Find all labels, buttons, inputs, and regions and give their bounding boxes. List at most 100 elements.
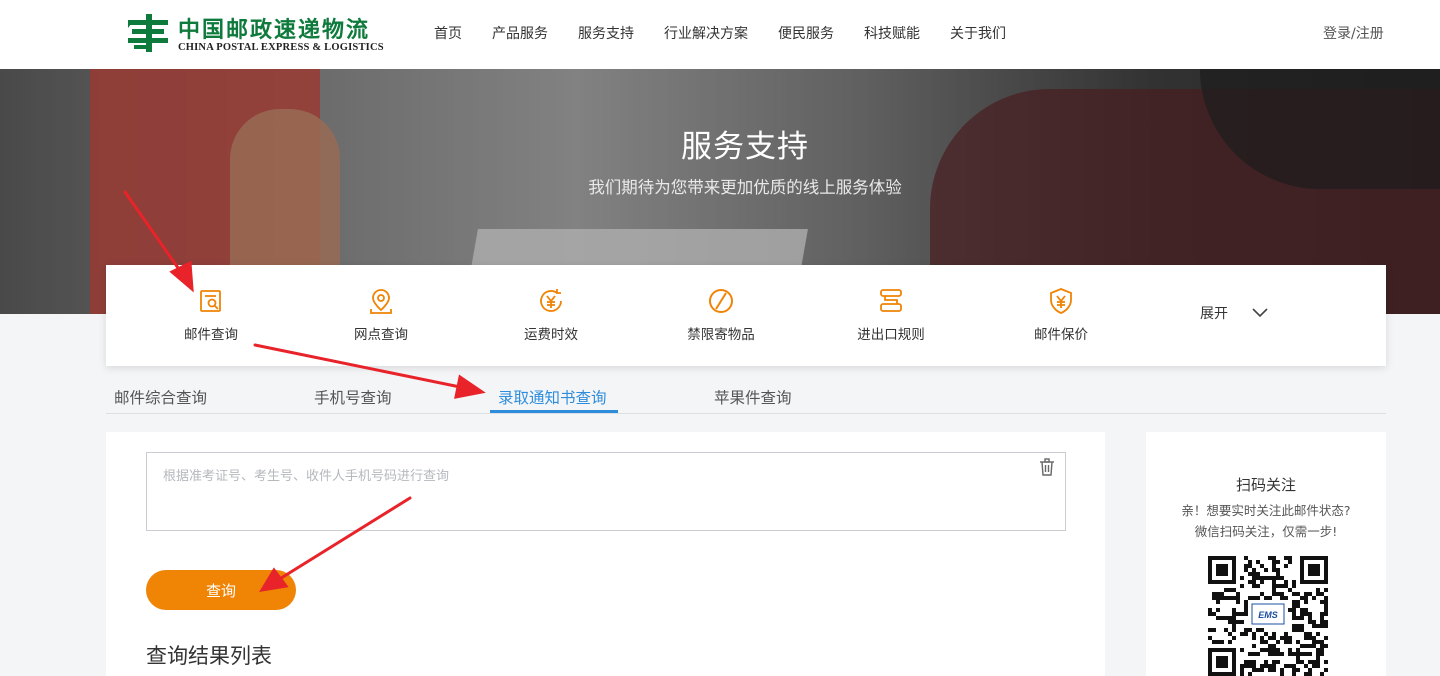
qr-module [1292,612,1296,616]
qr-module [1240,584,1244,588]
query-button[interactable]: 查询 [146,570,296,610]
service-label: 运费时效 [524,327,578,343]
qr-module [1276,640,1280,644]
qr-module [1264,576,1268,580]
query-input[interactable] [147,453,1065,530]
qr-module [1256,668,1260,672]
qr-module [1308,652,1312,656]
qr-module [1268,652,1272,656]
qr-module [1248,652,1252,656]
qr-module [1308,636,1312,640]
qr-module [1260,628,1264,632]
qr-module [1276,652,1280,656]
qr-module [1304,636,1308,640]
qr-module [1248,596,1252,600]
qr-module [1312,596,1316,600]
qr-module [1232,636,1236,640]
qr-module [1256,652,1260,656]
qr-module [1272,664,1276,668]
qr-module [1280,636,1284,640]
qr-module [1308,612,1312,616]
login-register-link[interactable]: 登录/注册 [1323,23,1384,43]
qr-module [1280,596,1284,600]
qr-module [1256,628,1260,632]
expand-label: 展开 [1200,306,1228,322]
qr-module [1308,668,1312,672]
qr-module [1244,556,1248,560]
qr-module [1292,580,1296,584]
nav-service-support[interactable]: 服务支持 [578,23,634,43]
qr-module [1324,620,1328,624]
qr-module [1316,652,1320,656]
tab-admission-letter-query[interactable]: 录取通知书查询 [498,386,607,408]
logo[interactable]: 中国邮政速递物流 CHINA POSTAL EXPRESS & LOGISTIC… [126,10,386,58]
qr-module [1324,644,1328,648]
qr-module [1252,580,1256,584]
qr-module [1272,592,1276,596]
qr-module [1252,636,1256,640]
qr-module [1320,612,1324,616]
nav-home[interactable]: 首页 [434,23,462,43]
nav-industry-solutions[interactable]: 行业解决方案 [664,23,748,43]
qr-module [1232,612,1236,616]
qr-module [1308,644,1312,648]
service-prohibited-items[interactable]: 禁限寄物品 [661,287,781,343]
qr-module [1288,608,1292,612]
qr-module [1232,596,1236,600]
service-freight-time[interactable]: 运费时效 [491,287,611,343]
active-tab-indicator [490,410,618,413]
qr-module [1252,584,1256,588]
service-label: 邮件查询 [184,327,238,343]
qr-module [1292,584,1296,588]
service-shortcuts: 邮件查询 网点查询 运费时效 禁限寄物品 进出口规则 邮件保价 展开 [106,265,1386,366]
qr-module [1252,668,1256,672]
qr-module [1216,592,1220,596]
service-outlet-query[interactable]: 网点查询 [321,287,441,343]
qr-module [1320,592,1324,596]
qr-module [1224,588,1228,592]
expand-button[interactable]: 展开 [1200,303,1268,323]
qr-module [1260,576,1264,580]
qr-module [1284,636,1288,640]
mail-search-icon [200,290,221,312]
qr-module [1300,612,1304,616]
tab-apple-query[interactable]: 苹果件查询 [714,386,792,408]
qr-module [1308,672,1312,676]
qr-module [1272,636,1276,640]
qr-module [1292,616,1296,620]
qr-module [1288,560,1292,564]
qr-module [1320,624,1324,628]
qr-module [1316,588,1320,592]
qr-module [1252,664,1256,668]
qr-module [1304,600,1308,604]
qr-module [1264,568,1268,572]
service-import-export-rules[interactable]: 进出口规则 [831,287,951,343]
qr-module [1316,592,1320,596]
nav-products[interactable]: 产品服务 [492,23,548,43]
location-pin-icon [370,289,392,314]
qr-module [1296,604,1300,608]
qr-module [1268,644,1272,648]
qr-module [1248,660,1252,664]
service-mail-query[interactable]: 邮件查询 [151,287,271,343]
nav-about[interactable]: 关于我们 [950,23,1006,43]
qr-module [1216,640,1220,644]
service-insured-mail[interactable]: 邮件保价 [1001,287,1121,343]
qr-module [1272,668,1276,672]
qr-module [1244,632,1248,636]
qr-module [1316,632,1320,636]
qr-module [1292,604,1296,608]
tab-phone-query[interactable]: 手机号查询 [314,386,392,408]
tab-comprehensive-query[interactable]: 邮件综合查询 [114,386,207,408]
qr-module [1324,596,1328,600]
qr-module [1248,664,1252,668]
qr-module [1248,560,1252,564]
qr-module [1268,664,1272,668]
qr-module [1268,556,1272,560]
qr-module [1300,660,1304,664]
nav-technology[interactable]: 科技赋能 [864,23,920,43]
trash-icon[interactable] [1039,458,1055,476]
qr-module [1232,616,1236,620]
nav-convenience[interactable]: 便民服务 [778,23,834,43]
qr-module [1244,628,1248,632]
